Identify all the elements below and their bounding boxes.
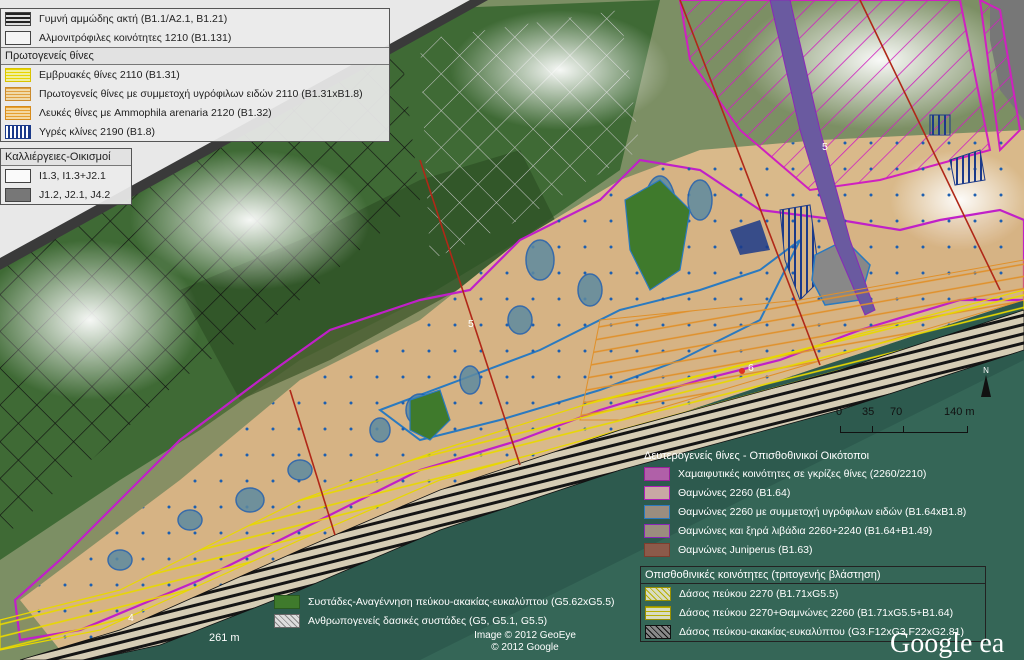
map-point-label: 4 [128, 612, 134, 624]
legend-label: Θαμνώνες 2260 (B1.64) [678, 486, 791, 499]
legend-row: Θαμνώνες 2260 (B1.64) [640, 483, 984, 502]
legend-swatch [5, 86, 31, 101]
map-point-label: 6 [748, 362, 754, 374]
legend-label: Δάσος πεύκου 2270+Θαμνώνες 2260 (B1.71xG… [679, 606, 954, 619]
map-point-marker [739, 368, 745, 374]
legend-heading: Οπισθοθινικές κοινότητες (τριτογενής βλά… [641, 567, 985, 584]
cloud [450, 10, 670, 130]
legend-row: Δάσος πεύκου 2270+Θαμνώνες 2260 (B1.71xG… [641, 603, 985, 622]
google-logo: Google ea [890, 628, 1005, 659]
legend-swatch [5, 168, 31, 183]
legend-secondary: Δευτερογενείς θίνες - Οπισθοθινικοί Οικό… [640, 448, 984, 559]
legend-forest: Συστάδες-Αναγέννηση πεύκου-ακακίας-ευκαλ… [270, 592, 630, 630]
legend-swatch [274, 613, 300, 628]
legend-swatch [5, 124, 31, 139]
legend-label: Θαμνώνες και ξηρά λιβάδια 2260+2240 (B1.… [678, 524, 933, 537]
legend-row: J1.2, J2.1, J4.2 [1, 185, 131, 204]
legend-label: Θαμνώνες Juniperus (B1.63) [678, 543, 813, 556]
scale-bar: 0 35 70 140 m [836, 406, 986, 440]
legend-row: Εμβρυακές θίνες 2110 (B1.31) [1, 65, 389, 84]
legend-heading: Καλλιέργειες-Οικισμοί [1, 149, 131, 166]
legend-row: Θαμνώνες Juniperus (B1.63) [640, 540, 984, 559]
legend-row: Λευκές θίνες με Ammophila arenaria 2120 … [1, 103, 389, 122]
legend-swatch [5, 105, 31, 120]
legend-label: Υγρές κλίνες 2190 (B1.8) [39, 125, 155, 138]
legend-swatch [5, 30, 31, 45]
legend-swatch [274, 594, 300, 609]
legend-swatch [644, 504, 670, 519]
legend-row: Δάσος πεύκου 2270 (B1.71xG5.5) [641, 584, 985, 603]
legend-row: Γυμνή αμμώδης ακτή (B1.1/A2.1, B1.21) [1, 9, 389, 28]
legend-heading: Πρωτογενείς θίνες [1, 47, 389, 65]
legend-label: Λευκές θίνες με Ammophila arenaria 2120 … [39, 106, 272, 119]
scale-tick-label: 140 m [944, 406, 975, 418]
legend-row: Υγρές κλίνες 2190 (B1.8) [1, 122, 389, 141]
legend-label: Συστάδες-Αναγέννηση πεύκου-ακακίας-ευκαλ… [308, 595, 615, 608]
legend-swatch [5, 11, 31, 26]
scale-tick-label: 0 [836, 406, 843, 418]
legend-row: Ανθρωπογενείς δασικές συστάδες (G5, G5.1… [270, 611, 630, 630]
legend-label: Αλμονιτρόφιλες κοινότητες 1210 (B1.131) [39, 31, 232, 44]
legend-row: Πρωτογενείς θίνες με συμμετοχή υγρόφιλων… [1, 84, 389, 103]
legend-swatch [5, 67, 31, 82]
legend-label: Εμβρυακές θίνες 2110 (B1.31) [39, 68, 180, 81]
legend-swatch [5, 187, 31, 202]
attribution-line: © 2012 Google [491, 642, 559, 653]
scale-tick-label: 70 [890, 406, 903, 418]
attribution-line: Image © 2012 GeoEye [474, 630, 576, 641]
legend-swatch [645, 624, 671, 639]
imagery-attribution: Image © 2012 GeoEye © 2012 Google [470, 630, 580, 654]
north-arrow: N [978, 366, 994, 406]
legend-crops: Καλλιέργειες-Οικισμοί I1.3, I1.3+J2.1 J1… [0, 148, 132, 205]
map-point-label: 5 [822, 141, 828, 153]
legend-swatch [644, 542, 670, 557]
legend-swatch [644, 523, 670, 538]
legend-label: Θαμνώνες 2260 με συμμετοχή υγρόφιλων ειδ… [678, 505, 967, 518]
legend-row: Συστάδες-Αναγέννηση πεύκου-ακακίας-ευκαλ… [270, 592, 630, 611]
distance-label: 261 m [209, 632, 240, 644]
legend-label: J1.2, J2.1, J4.2 [39, 188, 111, 201]
legend-primary: Γυμνή αμμώδης ακτή (B1.1/A2.1, B1.21) Αλ… [0, 8, 390, 142]
legend-swatch [645, 586, 671, 601]
wet-slack [929, 114, 951, 136]
map-point-label: 5 [468, 318, 474, 330]
legend-label: Πρωτογενείς θίνες με συμμετοχή υγρόφιλων… [39, 87, 363, 100]
legend-row: Αλμονιτρόφιλες κοινότητες 1210 (B1.131) [1, 28, 389, 47]
legend-label: I1.3, I1.3+J2.1 [39, 169, 106, 182]
legend-row: I1.3, I1.3+J2.1 [1, 166, 131, 185]
legend-row: Θαμνώνες και ξηρά λιβάδια 2260+2240 (B1.… [640, 521, 984, 540]
legend-label: Γυμνή αμμώδης ακτή (B1.1/A2.1, B1.21) [39, 12, 228, 25]
legend-label: Ανθρωπογενείς δασικές συστάδες (G5, G5.1… [308, 614, 548, 627]
legend-row: Θαμνώνες 2260 με συμμετοχή υγρόφιλων ειδ… [640, 502, 984, 521]
legend-label: Χαμαιφυτικές κοινότητες σε γκρίζες θίνες… [678, 467, 927, 480]
north-label: N [983, 366, 989, 375]
legend-swatch [645, 605, 671, 620]
legend-label: Δάσος πεύκου 2270 (B1.71xG5.5) [679, 587, 839, 600]
legend-swatch [644, 466, 670, 481]
scale-tick-label: 35 [862, 406, 875, 418]
legend-heading: Δευτερογενείς θίνες - Οπισθοθινικοί Οικό… [644, 450, 870, 462]
legend-row: Χαμαιφυτικές κοινότητες σε γκρίζες θίνες… [640, 464, 984, 483]
legend-swatch [644, 485, 670, 500]
